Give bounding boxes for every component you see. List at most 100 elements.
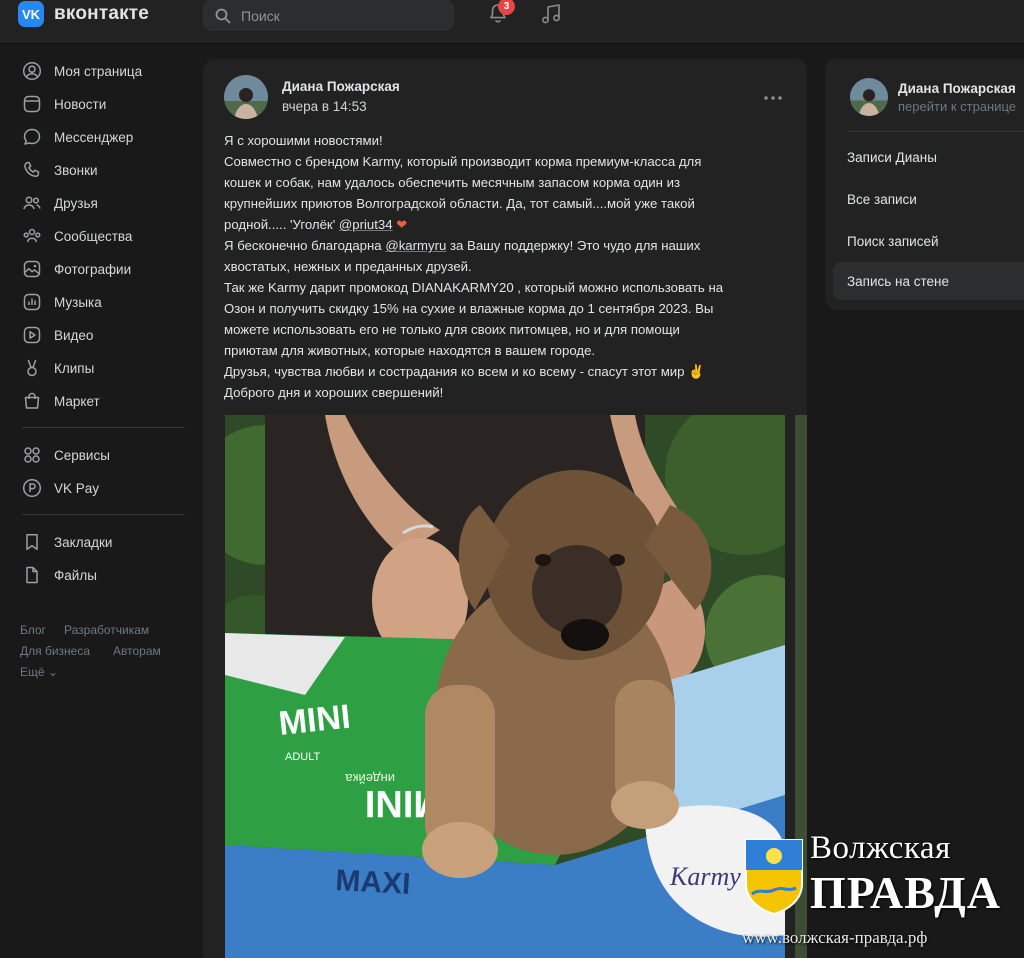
music-icon	[23, 293, 41, 311]
footer-link-developers[interactable]: Разработчикам	[64, 623, 149, 637]
phone-icon	[24, 161, 40, 177]
post-author[interactable]: Диана Пожарская	[282, 79, 400, 94]
post-text-segment: за Вашу поддержку! Это чудо для наших	[446, 238, 701, 253]
sidebar-divider	[22, 514, 185, 515]
more-options-icon[interactable]	[763, 95, 783, 101]
sidebar-item-label: Файлы	[54, 567, 97, 583]
bag-brand: Karmy	[669, 862, 741, 891]
footer-link-authors[interactable]: Авторам	[113, 644, 161, 658]
post-line: Совместно с брендом Karmy, который произ…	[224, 154, 702, 169]
bag-label: ADULT	[285, 751, 321, 763]
post-line: хвостатых, нежных и преданных друзей.	[224, 259, 472, 274]
music-icon[interactable]	[539, 2, 563, 26]
post-line: кошек и собак, нам удалось обеспечить ме…	[224, 175, 681, 190]
post-text-segment: Я бесконечно благодарна	[224, 238, 386, 253]
search-box[interactable]	[203, 0, 454, 31]
watermark-url: www.волжская-правда.рф	[742, 928, 928, 947]
sidebar-item-label: Сообщества	[54, 228, 133, 244]
sidebar-item-calls[interactable]: Звонки	[22, 156, 192, 184]
profile-name[interactable]: Диана Пожарская	[898, 81, 1016, 96]
post-line: родной..... 'Уголёк' @priut34 ❤	[224, 214, 794, 235]
sidebar-item-friends[interactable]: Друзья	[22, 189, 192, 217]
sidebar-item-market[interactable]: Маркет	[22, 387, 192, 415]
sidebar-item-my-page[interactable]: Моя страница	[22, 57, 192, 85]
groups-icon	[23, 228, 41, 243]
notifications-badge: 3	[498, 0, 515, 15]
bag-label: MAXI	[335, 864, 412, 901]
post-line: крупнейших приютов Волгоградской области…	[224, 196, 695, 211]
mention-link-priut34[interactable]: @priut34	[339, 217, 393, 232]
post-photo[interactable]: MINI ADULT индейка MINI MAXI Karmy	[225, 415, 785, 958]
profile-avatar[interactable]	[850, 78, 888, 116]
author-avatar[interactable]	[224, 75, 268, 119]
sidebar-divider	[22, 427, 185, 428]
message-icon	[23, 128, 41, 145]
footer-link-business[interactable]: Для бизнеса	[20, 644, 90, 658]
sidebar-item-label: Клипы	[54, 360, 95, 376]
filter-all-posts[interactable]: Все записи	[833, 180, 1024, 218]
friends-icon	[23, 196, 41, 210]
photo-icon	[23, 260, 41, 278]
watermark-crest-icon	[745, 839, 803, 916]
vkpay-icon	[22, 478, 42, 498]
mention-link-karmyru[interactable]: @karmyru	[385, 238, 446, 253]
post-line: Озон и получить скидку 15% на сухие и вл…	[224, 301, 714, 316]
user-icon	[22, 61, 42, 81]
watermark-line2: ПРАВДА	[810, 867, 1002, 918]
post-line: Доброго дня и хороших свершений!	[224, 385, 444, 400]
avatar-photo	[850, 78, 888, 116]
vk-logo-text: вконтакте	[54, 3, 150, 24]
wall-post: Диана Пожарская вчера в 14:53 Я с хороши…	[203, 59, 807, 958]
clips-icon	[27, 359, 37, 377]
sidebar-item-communities[interactable]: Сообщества	[22, 222, 192, 250]
sidebar-item-label: Звонки	[54, 162, 98, 178]
bookmark-icon	[26, 534, 38, 550]
bag-label: MINI	[277, 698, 352, 743]
heart-emoji: ❤	[392, 217, 408, 232]
sidebar-item-label: Видео	[54, 327, 94, 343]
sidebar-item-music[interactable]: Музыка	[22, 288, 192, 316]
footer-link-more[interactable]: Ещё ⌄	[20, 665, 58, 679]
file-icon	[26, 566, 38, 584]
filter-wall-post[interactable]: Запись на стене	[833, 262, 1024, 300]
post-line: Я с хорошими новостями!	[224, 133, 383, 148]
post-line: приютам для животных, которые находятся …	[224, 343, 596, 358]
sidebar-item-label: Маркет	[54, 393, 100, 409]
panel-divider	[847, 131, 1024, 132]
sidebar-item-label: Моя страница	[54, 63, 143, 79]
sidebar-item-label: Сервисы	[54, 447, 110, 463]
sidebar-item-video[interactable]: Видео	[22, 321, 192, 349]
sidebar-item-bookmarks[interactable]: Закладки	[22, 528, 192, 556]
watermark-line1: Волжская	[810, 830, 951, 866]
news-icon	[23, 95, 41, 113]
filter-search-posts[interactable]: Поиск записей	[833, 222, 1024, 260]
post-time[interactable]: вчера в 14:53	[282, 99, 367, 114]
sidebar-item-label: Друзья	[54, 195, 98, 211]
profile-link[interactable]: перейти к странице	[898, 99, 1016, 114]
sidebar-item-photos[interactable]: Фотографии	[22, 255, 192, 283]
market-icon	[24, 392, 40, 409]
services-icon	[24, 447, 40, 463]
sidebar-item-clips[interactable]: Клипы	[22, 354, 192, 382]
vk-logo-icon: VK	[18, 1, 44, 27]
sidebar-item-label: Фотографии	[54, 261, 132, 277]
sidebar-item-services[interactable]: Сервисы	[22, 441, 192, 469]
search-input[interactable]	[241, 7, 441, 24]
sidebar-item-label: Новости	[54, 96, 107, 112]
sidebar-item-vkpay[interactable]: VK Pay	[22, 474, 192, 502]
filter-user-posts[interactable]: Записи Дианы	[833, 138, 1024, 176]
post-line: Друзья, чувства любви и сострадания ко в…	[224, 364, 705, 379]
vk-logo[interactable]: VK вконтакте	[18, 1, 149, 27]
right-panel: Диана Пожарская перейти к странице Запис…	[825, 59, 1024, 310]
watermark: Волжская ПРАВДА www.волжская-правда.рф	[742, 830, 1024, 958]
sidebar-item-label: Мессенджер	[54, 129, 134, 145]
puppy-photo: MINI ADULT индейка MINI MAXI Karmy	[225, 415, 785, 958]
avatar-photo	[224, 75, 268, 119]
footer-link-blog[interactable]: Блог	[20, 623, 46, 637]
sidebar-item-messenger[interactable]: Мессенджер	[22, 123, 192, 151]
post-line: Так же Karmy дарит промокод DIANAKARMY20…	[224, 280, 724, 295]
top-header: VK вконтакте 3	[0, 0, 1024, 42]
sidebar-item-files[interactable]: Файлы	[22, 561, 192, 589]
sidebar-item-news[interactable]: Новости	[22, 90, 192, 118]
post-line: можете использовать его не только для св…	[224, 322, 680, 337]
